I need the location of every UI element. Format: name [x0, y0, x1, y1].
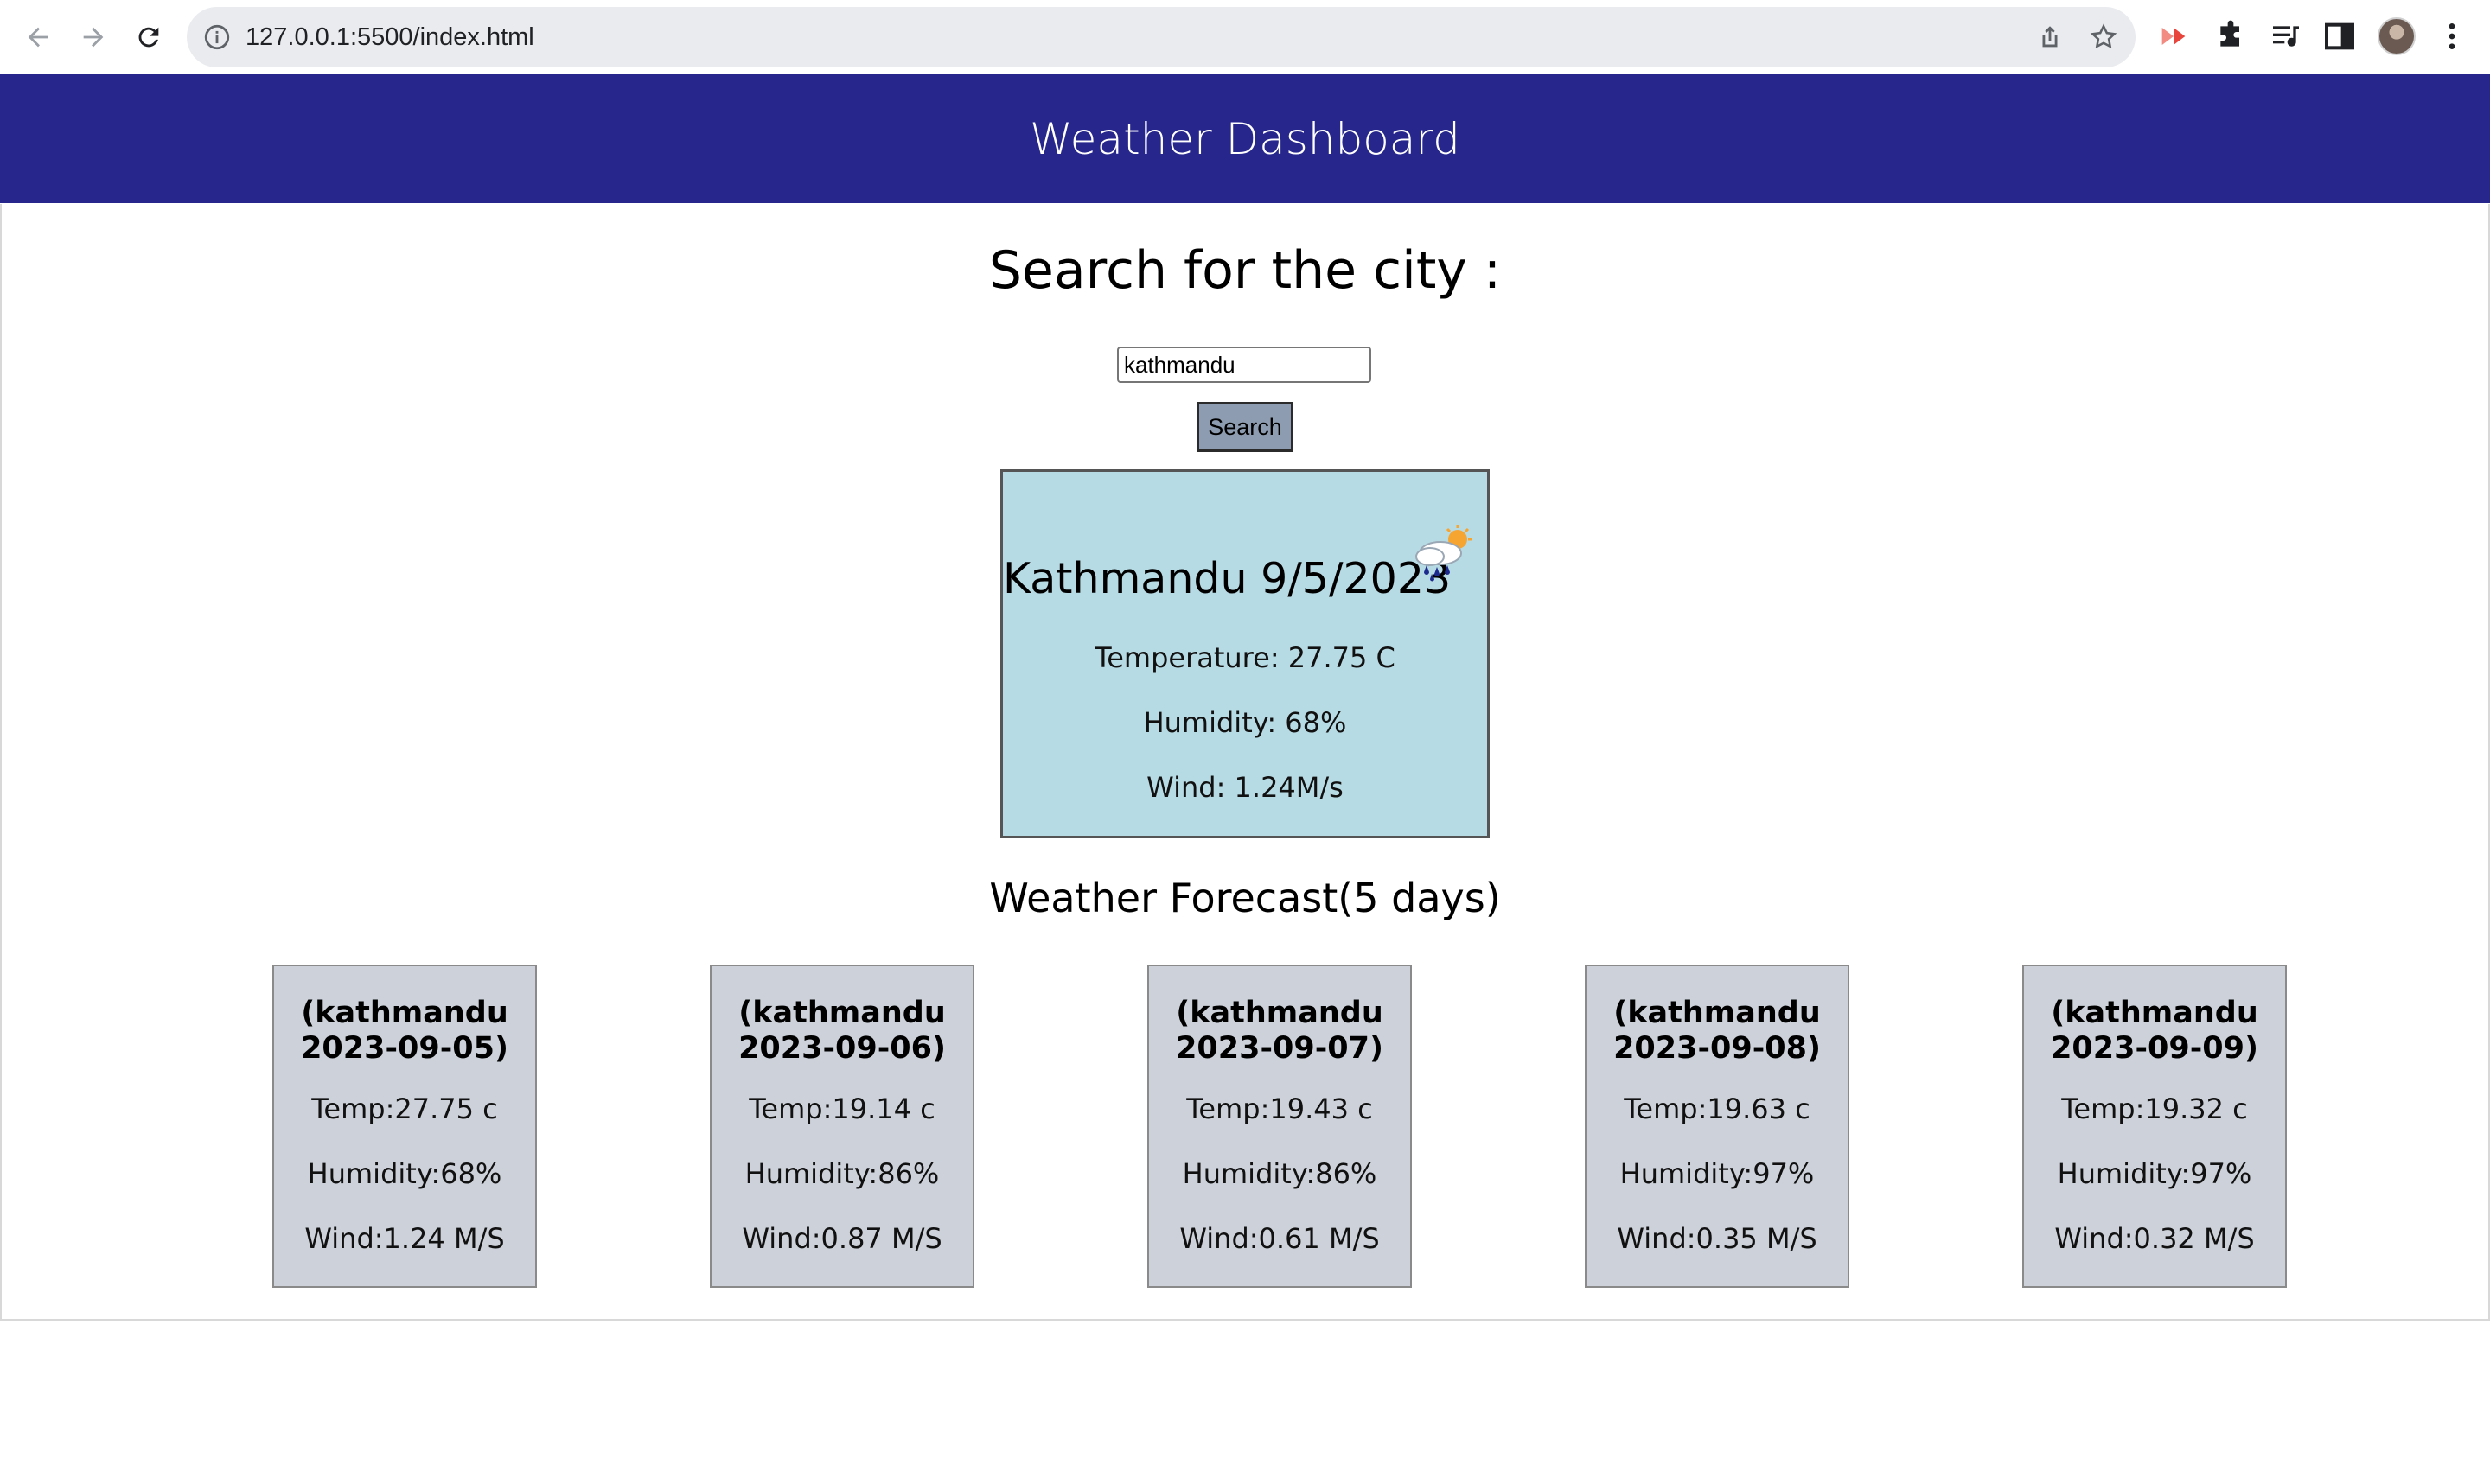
forecast-city: (kathmandu [738, 996, 946, 1030]
app-title: Weather Dashboard [1030, 113, 1460, 164]
search-button[interactable]: Search [1197, 402, 1293, 452]
forecast-temp: Temp:19.32 c [2061, 1092, 2248, 1125]
bookmark-star-icon[interactable] [2089, 22, 2118, 52]
forecast-date: 2023-09-06) [738, 1031, 946, 1066]
search-heading: Search for the city : [988, 240, 1502, 301]
forecast-wind: Wind:0.87 M/S [742, 1222, 942, 1255]
side-panel-icon[interactable] [2322, 19, 2357, 54]
forecast-city: (kathmandu [1176, 996, 1383, 1030]
forecast-temp: Temp:19.63 c [1624, 1092, 1810, 1125]
browser-toolbar: 127.0.0.1:5500/index.html [0, 0, 2490, 74]
forecast-date: 2023-09-05) [301, 1031, 508, 1066]
forecast-date: 2023-09-07) [1176, 1031, 1383, 1066]
more-menu-icon[interactable] [2435, 19, 2469, 54]
forecast-humidity: Humidity:97% [2057, 1157, 2252, 1190]
forecast-title: (kathmandu 2023-09-06) [712, 996, 973, 1067]
forecast-card: (kathmandu 2023-09-05) Temp:27.75 c Humi… [272, 965, 537, 1288]
forecast-card: (kathmandu 2023-09-08) Temp:19.63 c Humi… [1585, 965, 1849, 1288]
rain-cloud-sun-icon [1415, 525, 1472, 582]
address-bar[interactable]: 127.0.0.1:5500/index.html [187, 7, 2136, 67]
forecast-wind: Wind:0.32 M/S [2054, 1222, 2255, 1255]
forecast-title: (kathmandu 2023-09-07) [1149, 996, 1410, 1067]
current-wind: Wind: 1.24M/s [1146, 771, 1344, 804]
current-temperature: Temperature: 27.75 C [1095, 641, 1395, 674]
forecast-card: (kathmandu 2023-09-07) Temp:19.43 c Humi… [1147, 965, 1412, 1288]
forward-arrow-icon[interactable] [71, 15, 116, 60]
share-icon[interactable] [2035, 22, 2065, 52]
forecast-date: 2023-09-09) [2051, 1031, 2258, 1066]
current-humidity: Humidity: 68% [1143, 706, 1347, 739]
forecast-heading: Weather Forecast(5 days) [989, 875, 1501, 921]
forecast-title: (kathmandu 2023-09-08) [1587, 996, 1848, 1067]
forecast-humidity: Humidity:86% [744, 1157, 940, 1190]
forecast-card: (kathmandu 2023-09-09) Temp:19.32 c Humi… [2022, 965, 2287, 1288]
app-header: Weather Dashboard [0, 74, 2490, 203]
forecast-wind: Wind:1.24 M/S [304, 1222, 505, 1255]
forecast-city: (kathmandu [2051, 996, 2258, 1030]
back-arrow-icon[interactable] [16, 15, 61, 60]
forecast-title: (kathmandu 2023-09-05) [274, 996, 535, 1067]
forecast-city: (kathmandu [1613, 996, 1821, 1030]
forecast-city: (kathmandu [301, 996, 508, 1030]
profile-avatar[interactable] [2378, 17, 2416, 55]
forecast-date: 2023-09-08) [1613, 1031, 1821, 1066]
city-search-input[interactable] [1117, 347, 1371, 383]
puzzle-extensions-icon[interactable] [2213, 19, 2248, 54]
forecast-wind: Wind:0.61 M/S [1179, 1222, 1380, 1255]
forecast-temp: Temp:19.43 c [1186, 1092, 1373, 1125]
info-icon[interactable] [202, 22, 232, 52]
media-queue-icon[interactable] [2269, 19, 2303, 54]
current-weather-card: Kathmandu 9/5/2023 Temperature: 27.75 C … [1000, 469, 1490, 838]
url-text[interactable]: 127.0.0.1:5500/index.html [246, 7, 534, 67]
forecast-wind: Wind:0.35 M/S [1617, 1222, 1817, 1255]
reload-icon[interactable] [126, 15, 171, 60]
forecast-humidity: Humidity:86% [1182, 1157, 1377, 1190]
forecast-temp: Temp:19.14 c [749, 1092, 935, 1125]
extension-red-icon[interactable] [2156, 19, 2191, 54]
forecast-humidity: Humidity:97% [1619, 1157, 1815, 1190]
forecast-card: (kathmandu 2023-09-06) Temp:19.14 c Humi… [710, 965, 974, 1288]
current-city-date: Kathmandu 9/5/2023 [1003, 554, 1452, 603]
forecast-title: (kathmandu 2023-09-09) [2024, 996, 2285, 1067]
forecast-temp: Temp:27.75 c [311, 1092, 498, 1125]
forecast-humidity: Humidity:68% [307, 1157, 502, 1190]
